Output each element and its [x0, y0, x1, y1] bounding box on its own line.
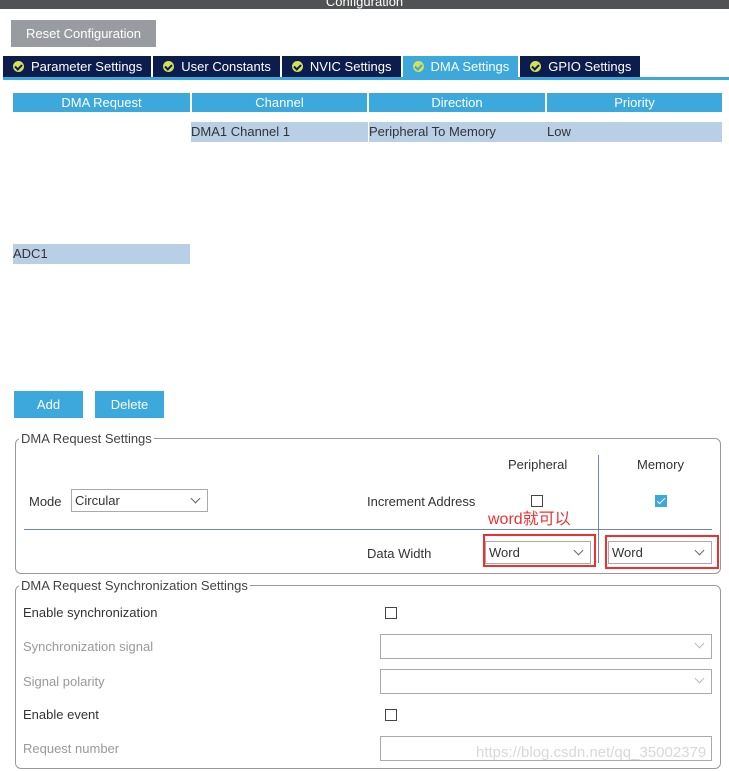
- tab-gpio-settings[interactable]: GPIO Settings: [520, 56, 641, 77]
- tab-underline: [3, 77, 729, 80]
- group-legend: DMA Request Synchronization Settings: [19, 578, 250, 593]
- check-circle-icon: [291, 61, 303, 72]
- add-button[interactable]: Add: [14, 391, 83, 418]
- enable-event-checkbox[interactable]: [385, 709, 397, 721]
- check-circle-icon: [163, 61, 175, 72]
- tab-user-constants[interactable]: User Constants: [153, 56, 280, 77]
- peripheral-width-value: Word: [489, 545, 520, 560]
- title-bar: Configuration: [0, 0, 729, 9]
- chevron-down-icon: [694, 545, 705, 556]
- group-legend: DMA Request Settings: [19, 431, 154, 446]
- cell-channel: DMA1 Channel 1: [191, 122, 368, 142]
- memory-width-value: Word: [612, 545, 643, 560]
- tab-parameter-settings[interactable]: Parameter Settings: [3, 56, 152, 77]
- delete-button[interactable]: Delete: [95, 391, 164, 418]
- cell-dma-request: ADC1: [13, 244, 190, 264]
- cell-direction: Peripheral To Memory: [369, 122, 547, 142]
- sync-signal-label: Synchronization signal: [23, 639, 154, 654]
- chevron-down-icon: [694, 638, 705, 649]
- mode-label: Mode: [29, 494, 62, 509]
- mode-value: Circular: [75, 493, 120, 508]
- check-circle-icon: [530, 61, 542, 72]
- column-header-dma-request[interactable]: DMA Request: [13, 93, 190, 112]
- check-circle-icon: [412, 61, 424, 72]
- enable-sync-checkbox[interactable]: [385, 607, 397, 619]
- enable-event-label: Enable event: [23, 707, 99, 722]
- window-title: Configuration: [325, 0, 404, 9]
- mode-select[interactable]: Circular: [71, 489, 208, 512]
- memory-header: Memory: [637, 457, 684, 472]
- reset-configuration-button[interactable]: Reset Configuration: [11, 20, 156, 47]
- tab-dma-settings[interactable]: DMA Settings: [402, 56, 519, 77]
- tab-bar: Parameter Settings User Constants NVIC S…: [3, 56, 642, 77]
- peripheral-data-width-select[interactable]: Word: [485, 541, 591, 564]
- table-row[interactable]: ADC1 DMA1 Channel 1 Peripheral To Memory…: [13, 122, 722, 264]
- memory-data-width-select[interactable]: Word: [608, 541, 712, 564]
- column-divider: [598, 455, 599, 563]
- tab-label: Parameter Settings: [31, 59, 143, 74]
- increment-address-label: Increment Address: [367, 494, 476, 509]
- chevron-down-icon: [573, 545, 584, 556]
- signal-polarity-label: Signal polarity: [23, 674, 105, 689]
- tab-label: GPIO Settings: [548, 59, 632, 74]
- tab-label: User Constants: [181, 59, 271, 74]
- column-header-priority[interactable]: Priority: [547, 93, 722, 112]
- watermark: https://blog.csdn.net/qq_35002379: [476, 744, 707, 761]
- chevron-down-icon: [190, 493, 201, 504]
- annotation-text: word就可以: [488, 511, 571, 528]
- data-width-label: Data Width: [367, 546, 432, 561]
- chevron-down-icon: [694, 673, 705, 684]
- sync-signal-select[interactable]: [380, 634, 712, 659]
- enable-sync-label: Enable synchronization: [23, 605, 158, 620]
- row-divider: [24, 529, 712, 530]
- column-header-direction[interactable]: Direction: [369, 93, 545, 112]
- column-header-channel[interactable]: Channel: [192, 93, 367, 112]
- peripheral-header: Peripheral: [508, 457, 568, 472]
- memory-increment-checkbox[interactable]: [655, 495, 667, 507]
- cell-priority: Low: [547, 122, 722, 142]
- tab-nvic-settings[interactable]: NVIC Settings: [281, 56, 401, 77]
- signal-polarity-select[interactable]: [380, 669, 712, 694]
- check-circle-icon: [13, 61, 24, 72]
- tab-label: NVIC Settings: [309, 59, 392, 74]
- tab-label: DMA Settings: [430, 59, 510, 74]
- request-number-label: Request number: [23, 741, 120, 756]
